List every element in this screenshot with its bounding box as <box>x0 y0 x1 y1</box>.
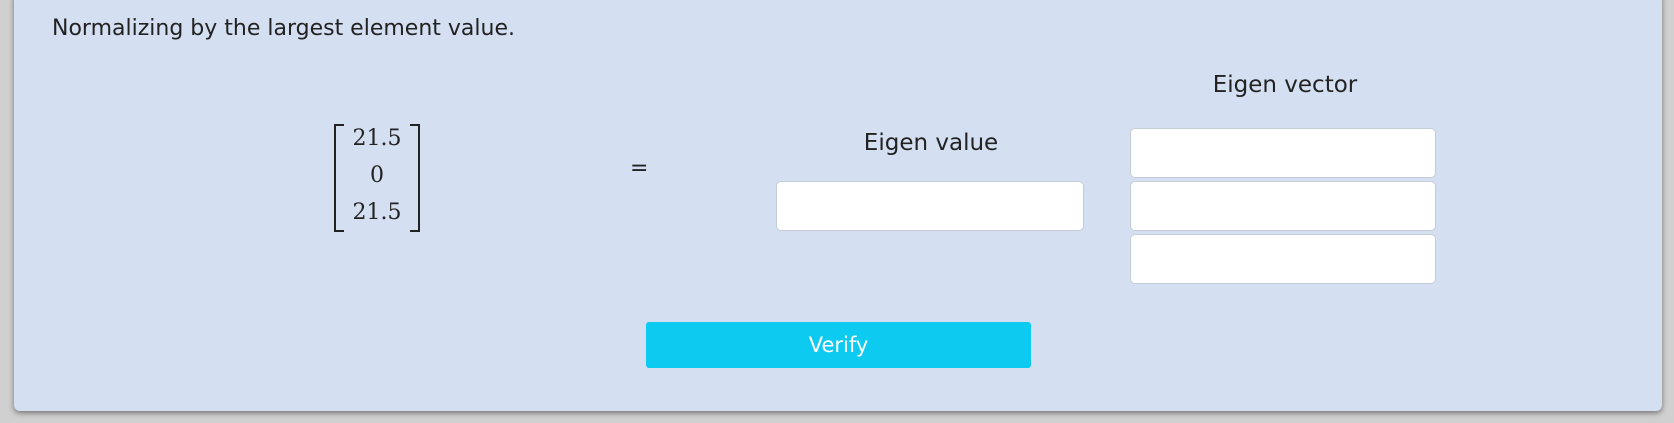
matrix-vector: 21.5 0 21.5 <box>334 124 420 232</box>
eigen-value-label: Eigen value <box>863 130 999 156</box>
problem-panel: Normalizing by the largest element value… <box>14 0 1662 411</box>
equals-sign: = <box>630 156 649 181</box>
matrix-entry-1: 21.5 <box>352 126 402 151</box>
matrix-entries: 21.5 0 21.5 <box>344 124 410 228</box>
matrix-right-bracket <box>410 124 420 232</box>
matrix-entry-2: 0 <box>370 163 384 188</box>
matrix-left-bracket <box>334 124 344 232</box>
eigen-vector-input-1[interactable] <box>1130 128 1436 178</box>
verify-button[interactable]: Verify <box>646 322 1031 368</box>
eigen-vector-input-3[interactable] <box>1130 234 1436 284</box>
matrix-entry-3: 21.5 <box>352 200 402 225</box>
eigen-vector-input-2[interactable] <box>1130 181 1436 231</box>
eigen-value-input[interactable] <box>776 181 1084 231</box>
eigen-vector-label: Eigen vector <box>1212 72 1358 98</box>
instruction-text: Normalizing by the largest element value… <box>52 16 515 41</box>
